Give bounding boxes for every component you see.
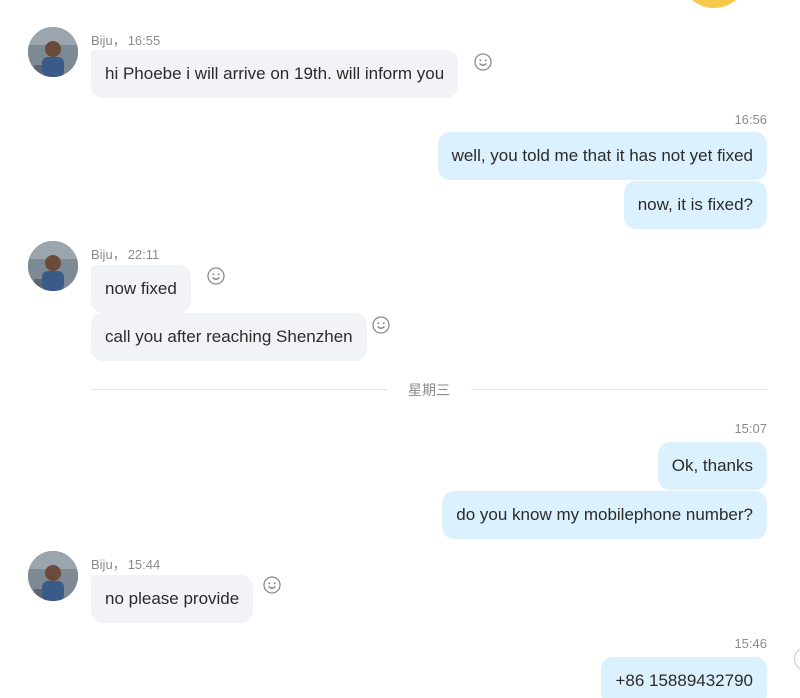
message-time: 15:46 — [734, 636, 767, 651]
sender-name: Biju — [91, 247, 113, 262]
meta-separator: ， — [112, 33, 126, 48]
outgoing-message[interactable]: now, it is fixed? — [623, 181, 767, 229]
outgoing-message[interactable]: well, you told me that it has not yet fi… — [437, 132, 767, 180]
message-time: 15:07 — [734, 421, 767, 436]
sender-name: Biju — [91, 557, 113, 572]
outgoing-message[interactable]: Ok, thanks — [657, 442, 767, 490]
day-divider: 星期三 — [91, 380, 767, 400]
message-time: 15:44 — [127, 557, 161, 572]
day-label: 星期三 — [408, 382, 450, 398]
partial-avatar-decoration — [680, 0, 748, 8]
incoming-message[interactable]: no please provide — [91, 575, 254, 623]
outgoing-message[interactable]: +86 15889432790 — [601, 657, 767, 698]
smiley-icon[interactable] — [263, 576, 281, 594]
meta-separator: ， — [112, 557, 126, 572]
sender-meta: Biju， 15:44 — [91, 554, 160, 573]
sender-meta: Biju， 22:11 — [91, 244, 159, 263]
smiley-icon[interactable] — [372, 316, 390, 334]
divider-line — [471, 389, 767, 390]
avatar[interactable] — [28, 551, 78, 601]
avatar[interactable] — [28, 27, 78, 77]
incoming-message[interactable]: call you after reaching Shenzhen — [91, 313, 367, 361]
incoming-message[interactable]: now fixed — [91, 265, 191, 313]
incoming-message[interactable]: hi Phoebe i will arrive on 19th. will in… — [91, 50, 459, 98]
message-time: 16:55 — [127, 33, 161, 48]
avatar[interactable] — [28, 241, 78, 291]
message-time: 22:11 — [127, 247, 160, 262]
sender-name: Biju — [91, 33, 113, 48]
message-time: 16:56 — [734, 112, 767, 127]
outgoing-message[interactable]: do you know my mobilephone number? — [442, 491, 767, 539]
sender-meta: Biju， 16:55 — [91, 30, 160, 49]
smiley-icon[interactable] — [474, 53, 492, 71]
divider-line — [91, 389, 387, 390]
scroll-to-bottom-button[interactable] — [794, 647, 800, 671]
chat-panel: Biju， 16:55 hi Phoebe i will arrive on 19… — [0, 0, 800, 698]
smiley-icon[interactable] — [207, 267, 225, 285]
meta-separator: ， — [112, 247, 126, 262]
